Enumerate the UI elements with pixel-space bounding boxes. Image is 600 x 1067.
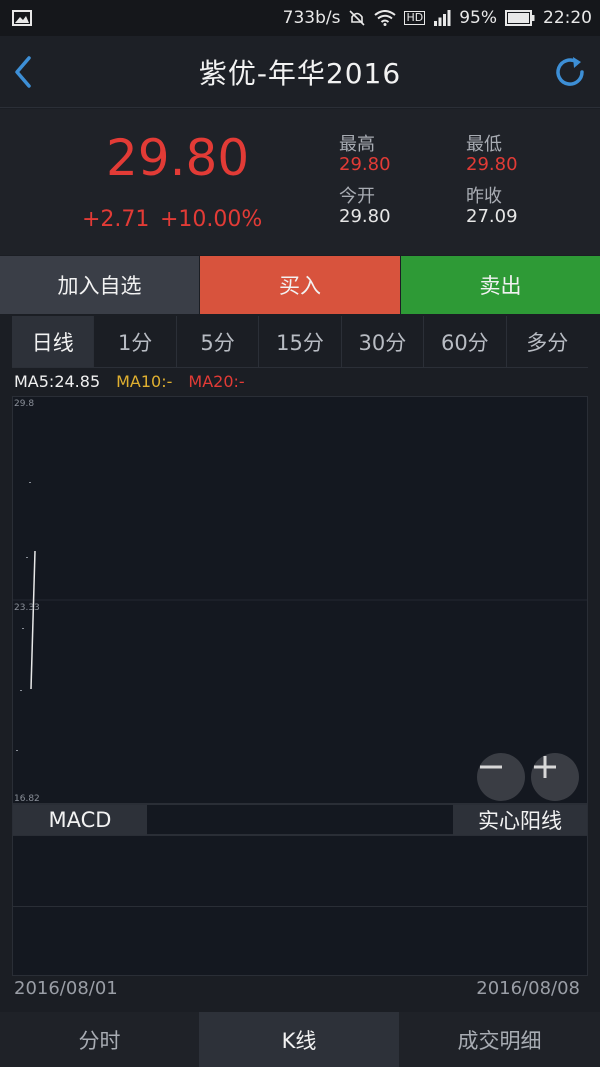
macd-zero-line xyxy=(13,906,587,907)
app-screen: 733b/s HD 95% 22:20 紫优-年华2016 29.80 +2.7… xyxy=(0,0,600,1067)
refresh-button[interactable] xyxy=(550,52,590,92)
low-value: 29.80 xyxy=(466,154,518,175)
wifi-icon xyxy=(374,10,397,26)
prev-close-label: 昨收 xyxy=(466,186,502,207)
gallery-icon xyxy=(12,10,32,26)
quote-panel: 29.80 +2.71 +10.00% 最高 29.80 最低 29.80 今开… xyxy=(0,109,600,255)
end-date: 2016/08/08 xyxy=(476,978,580,999)
network-speed: 733b/s xyxy=(282,8,341,28)
tab-time-sharing[interactable]: 分时 xyxy=(0,1012,199,1067)
macd-button[interactable]: MACD xyxy=(13,805,147,835)
y-tick xyxy=(26,557,28,558)
tab-trade-details[interactable]: 成交明细 xyxy=(399,1012,600,1067)
back-button[interactable] xyxy=(6,54,40,90)
kline-canvas xyxy=(13,482,587,751)
zoom-in-button[interactable] xyxy=(531,753,579,801)
tab-multi-min[interactable]: 多分 xyxy=(505,316,588,367)
tab-1min[interactable]: 1分 xyxy=(93,316,175,367)
tab-5min[interactable]: 5分 xyxy=(175,316,258,367)
y-tick xyxy=(22,628,24,629)
macd-chart[interactable] xyxy=(12,835,588,976)
signal-icon xyxy=(434,10,451,26)
y-axis-max: 29.8 xyxy=(14,399,35,409)
kline-chart[interactable]: 29.8 23.33 16.82 xyxy=(12,396,588,804)
ma10-value: MA10:- xyxy=(116,372,173,391)
hd-label: HD xyxy=(404,11,426,25)
last-price: 29.80 xyxy=(106,129,250,187)
tab-daily[interactable]: 日线 xyxy=(12,316,94,367)
battery-percent: 95% xyxy=(459,8,497,28)
indicator-bar: MACD 实心阳线 xyxy=(12,804,588,835)
y-axis-mid: 23.33 xyxy=(14,603,40,613)
prev-close-value: 27.09 xyxy=(466,206,518,227)
zoom-out-button[interactable] xyxy=(477,753,525,801)
y-axis-min: 16.82 xyxy=(14,794,40,804)
ma5-line xyxy=(30,550,36,690)
status-bar: 733b/s HD 95% 22:20 xyxy=(0,0,600,36)
period-tabs: 日线 1分 5分 15分 30分 60分 多分 xyxy=(12,316,588,368)
ma20-value: MA20:- xyxy=(188,372,245,391)
y-tick xyxy=(29,482,31,483)
open-label: 今开 xyxy=(339,186,375,207)
sell-button[interactable]: 卖出 xyxy=(401,256,600,314)
ma5-value: MA5:24.85 xyxy=(14,372,101,391)
tab-kline[interactable]: K线 xyxy=(199,1012,399,1067)
price-change: +2.71 xyxy=(82,207,150,232)
candle-style-button[interactable]: 实心阳线 xyxy=(453,805,587,835)
y-tick xyxy=(20,690,22,691)
refresh-icon xyxy=(556,57,584,86)
battery-icon xyxy=(505,10,535,26)
page-title: 紫优-年华2016 xyxy=(198,56,402,90)
high-value: 29.80 xyxy=(339,154,391,175)
start-date: 2016/08/01 xyxy=(14,978,118,999)
ma-indicators: MA5:24.85 MA10:- MA20:- xyxy=(14,372,245,392)
bottom-tabs: 分时 K线 成交明细 xyxy=(0,1012,600,1067)
open-value: 29.80 xyxy=(339,206,391,227)
price-change-percent: +10.00% xyxy=(160,207,263,232)
chevron-left-icon xyxy=(15,56,31,88)
tab-60min[interactable]: 60分 xyxy=(423,316,505,367)
add-to-watchlist-button[interactable]: 加入自选 xyxy=(0,256,199,314)
y-tick xyxy=(16,750,18,751)
action-bar: 加入自选 买入 卖出 xyxy=(0,256,600,314)
tab-15min[interactable]: 15分 xyxy=(258,316,340,367)
plus-icon xyxy=(534,756,556,778)
low-label: 最低 xyxy=(466,134,502,155)
buy-button[interactable]: 买入 xyxy=(200,256,400,314)
minus-icon xyxy=(480,765,502,769)
tab-30min[interactable]: 30分 xyxy=(340,316,423,367)
mute-icon xyxy=(349,10,366,26)
title-bar: 紫优-年华2016 xyxy=(0,36,600,108)
clock: 22:20 xyxy=(543,8,592,28)
high-label: 最高 xyxy=(339,134,375,155)
